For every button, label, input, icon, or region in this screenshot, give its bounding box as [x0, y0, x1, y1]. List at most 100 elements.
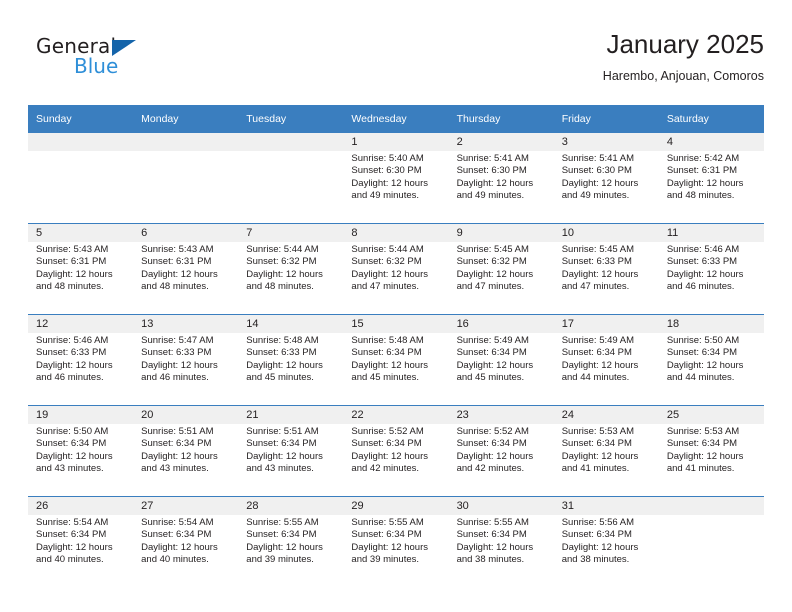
- day-cell-content: 20 Sunrise: 5:51 AM Sunset: 6:34 PM Dayligh…: [133, 406, 239, 496]
- daylight-text: Daylight: 12 hours: [561, 359, 639, 371]
- calendar-day-cell[interactable]: 22 Sunrise: 5:52 AM Sunset: 6:34 PM Dayligh…: [343, 405, 449, 497]
- daylight-text: and 40 minutes.: [36, 554, 104, 566]
- daylight-text: Daylight: 12 hours: [456, 268, 534, 280]
- calendar-day-cell[interactable]: 14 Sunrise: 5:48 AM Sunset: 6:33 PM Dayligh…: [238, 314, 344, 406]
- day-number: 27: [141, 500, 154, 512]
- sunset-text: Sunset: 6:30 PM: [351, 165, 422, 177]
- daylight-text: Daylight: 12 hours: [36, 450, 113, 462]
- calendar-day-cell[interactable]: 3 Sunrise: 5:41 AM Sunset: 6:30 PM Daylight…: [553, 133, 659, 224]
- sunrise-text: Sunrise: 5:47 AM: [141, 335, 214, 346]
- daylight-text: and 43 minutes.: [36, 463, 104, 475]
- calendar-day-cell[interactable]: 21 Sunrise: 5:51 AM Sunset: 6:34 PM Dayligh…: [238, 405, 344, 497]
- sunrise-text: Sunrise: 5:49 AM: [456, 335, 529, 346]
- day-number: 10: [561, 227, 574, 239]
- day-detail-lines: Sunrise: 5:52 AM Sunset: 6:34 PM Daylight:…: [343, 424, 448, 476]
- day-number: 31: [561, 500, 574, 512]
- daylight-text: Daylight: 12 hours: [456, 541, 534, 553]
- day-number: 28: [246, 500, 259, 512]
- day-number-band: 7: [238, 224, 344, 242]
- daylight-text: and 39 minutes.: [246, 554, 314, 566]
- day-number-band: 1: [343, 133, 449, 151]
- day-number: 22: [351, 409, 364, 421]
- sunset-text: Sunset: 6:34 PM: [141, 529, 212, 541]
- calendar-empty-cell: [133, 133, 239, 224]
- calendar-day-cell[interactable]: 19 Sunrise: 5:50 AM Sunset: 6:34 PM Dayligh…: [28, 405, 134, 497]
- calendar-day-cell[interactable]: 23 Sunrise: 5:52 AM Sunset: 6:34 PM Dayligh…: [448, 405, 554, 497]
- day-detail-lines: Sunrise: 5:45 AM Sunset: 6:33 PM Daylight:…: [554, 242, 659, 294]
- calendar-day-cell[interactable]: 4 Sunrise: 5:42 AM Sunset: 6:31 PM Daylight…: [658, 133, 764, 224]
- calendar-day-cell[interactable]: 20 Sunrise: 5:51 AM Sunset: 6:34 PM Dayligh…: [133, 405, 239, 497]
- day-number: 15: [351, 318, 364, 330]
- day-number: 30: [456, 500, 469, 512]
- day-cell-content: 17 Sunrise: 5:49 AM Sunset: 6:34 PM Dayligh…: [553, 315, 659, 405]
- daylight-text: Daylight: 12 hours: [561, 268, 639, 280]
- calendar-day-cell[interactable]: 6 Sunrise: 5:43 AM Sunset: 6:31 PM Daylight…: [133, 223, 239, 315]
- calendar-day-cell[interactable]: 24 Sunrise: 5:53 AM Sunset: 6:34 PM Dayligh…: [553, 405, 659, 497]
- day-number: 17: [561, 318, 574, 330]
- daylight-text: Daylight: 12 hours: [351, 541, 428, 553]
- day-number: 23: [456, 409, 469, 421]
- calendar-day-cell[interactable]: 18 Sunrise: 5:50 AM Sunset: 6:34 PM Dayligh…: [658, 314, 764, 406]
- calendar-week-row: 5 Sunrise: 5:43 AM Sunset: 6:31 PM Daylight…: [28, 223, 764, 315]
- day-cell-content: 25 Sunrise: 5:53 AM Sunset: 6:34 PM Dayligh…: [658, 406, 764, 496]
- daylight-text: Daylight: 12 hours: [351, 450, 428, 462]
- sunset-text: Sunset: 6:33 PM: [246, 347, 317, 359]
- day-number: 25: [666, 409, 680, 421]
- calendar-day-cell[interactable]: 17 Sunrise: 5:49 AM Sunset: 6:34 PM Dayligh…: [553, 314, 659, 406]
- sunrise-text: Sunrise: 5:55 AM: [351, 517, 424, 528]
- day-detail-lines: [28, 151, 133, 153]
- calendar-day-cell[interactable]: 13 Sunrise: 5:47 AM Sunset: 6:33 PM Dayligh…: [133, 314, 239, 406]
- calendar-day-cell[interactable]: 30 Sunrise: 5:55 AM Sunset: 6:34 PM Dayligh…: [448, 496, 554, 587]
- sunrise-text: Sunrise: 5:48 AM: [351, 335, 424, 346]
- calendar-day-cell[interactable]: 26 Sunrise: 5:54 AM Sunset: 6:34 PM Dayligh…: [28, 496, 134, 587]
- day-number: 16: [456, 318, 469, 330]
- calendar-day-cell[interactable]: 2 Sunrise: 5:41 AM Sunset: 6:30 PM Daylight…: [448, 133, 554, 224]
- sunset-text: Sunset: 6:31 PM: [36, 256, 107, 268]
- calendar-day-cell[interactable]: 9 Sunrise: 5:45 AM Sunset: 6:32 PM Daylight…: [448, 223, 554, 315]
- sunset-text: Sunset: 6:31 PM: [666, 165, 738, 177]
- daylight-text: Daylight: 12 hours: [246, 450, 323, 462]
- calendar-day-cell[interactable]: 10 Sunrise: 5:45 AM Sunset: 6:33 PM Dayligh…: [553, 223, 659, 315]
- weekday-header-friday: Friday: [553, 105, 659, 133]
- day-number: 26: [36, 500, 49, 512]
- sunrise-text: Sunrise: 5:41 AM: [561, 153, 635, 164]
- calendar-day-cell[interactable]: 12 Sunrise: 5:46 AM Sunset: 6:33 PM Dayligh…: [28, 314, 134, 406]
- calendar-day-cell[interactable]: 15 Sunrise: 5:48 AM Sunset: 6:34 PM Dayligh…: [343, 314, 449, 406]
- weekday-header-sunday: Sunday: [28, 105, 134, 133]
- sunset-text: Sunset: 6:33 PM: [666, 256, 738, 268]
- sunset-text: Sunset: 6:34 PM: [456, 438, 527, 450]
- calendar-day-cell[interactable]: 16 Sunrise: 5:49 AM Sunset: 6:34 PM Dayligh…: [448, 314, 554, 406]
- daylight-text: Daylight: 12 hours: [36, 541, 113, 553]
- day-detail-lines: Sunrise: 5:40 AM Sunset: 6:30 PM Daylight:…: [343, 151, 448, 203]
- calendar-day-cell[interactable]: 27 Sunrise: 5:54 AM Sunset: 6:34 PM Dayligh…: [133, 496, 239, 587]
- day-number-band: 14: [238, 315, 344, 333]
- calendar-day-cell[interactable]: 8 Sunrise: 5:44 AM Sunset: 6:32 PM Daylight…: [343, 223, 449, 315]
- calendar-day-cell[interactable]: 11 Sunrise: 5:46 AM Sunset: 6:33 PM Dayligh…: [658, 223, 764, 315]
- calendar-day-cell[interactable]: 28 Sunrise: 5:55 AM Sunset: 6:34 PM Dayligh…: [238, 496, 344, 587]
- daylight-text: and 41 minutes.: [666, 463, 735, 475]
- logo-text-blue: Blue: [74, 54, 119, 78]
- weekday-header-monday: Monday: [133, 105, 239, 133]
- sunset-text: Sunset: 6:32 PM: [246, 256, 317, 268]
- day-number: 7: [246, 227, 253, 239]
- day-detail-lines: Sunrise: 5:47 AM Sunset: 6:33 PM Daylight:…: [133, 333, 238, 385]
- day-cell-content: [658, 497, 764, 587]
- daylight-text: and 42 minutes.: [351, 463, 420, 475]
- day-cell-content: 10 Sunrise: 5:45 AM Sunset: 6:33 PM Dayligh…: [553, 224, 659, 314]
- daylight-text: and 45 minutes.: [246, 372, 314, 384]
- sunrise-text: Sunrise: 5:53 AM: [666, 426, 740, 437]
- day-detail-lines: Sunrise: 5:42 AM Sunset: 6:31 PM Daylight:…: [659, 151, 764, 203]
- sunrise-text: Sunrise: 5:48 AM: [246, 335, 319, 346]
- day-detail-lines: Sunrise: 5:44 AM Sunset: 6:32 PM Daylight:…: [238, 242, 343, 294]
- day-detail-lines: Sunrise: 5:50 AM Sunset: 6:34 PM Daylight:…: [28, 424, 133, 476]
- day-detail-lines: Sunrise: 5:44 AM Sunset: 6:32 PM Daylight:…: [343, 242, 448, 294]
- calendar-day-cell[interactable]: 31 Sunrise: 5:56 AM Sunset: 6:34 PM Dayligh…: [553, 496, 659, 587]
- day-number: 14: [246, 318, 259, 330]
- daylight-text: Daylight: 12 hours: [246, 541, 323, 553]
- day-number-band: 5: [28, 224, 134, 242]
- calendar-day-cell[interactable]: 29 Sunrise: 5:55 AM Sunset: 6:34 PM Dayligh…: [343, 496, 449, 587]
- calendar-day-cell[interactable]: 7 Sunrise: 5:44 AM Sunset: 6:32 PM Daylight…: [238, 223, 344, 315]
- calendar-day-cell[interactable]: 25 Sunrise: 5:53 AM Sunset: 6:34 PM Dayligh…: [658, 405, 764, 497]
- calendar-day-cell[interactable]: 5 Sunrise: 5:43 AM Sunset: 6:31 PM Daylight…: [28, 223, 134, 315]
- calendar-day-cell[interactable]: 1 Sunrise: 5:40 AM Sunset: 6:30 PM Daylight…: [343, 133, 449, 224]
